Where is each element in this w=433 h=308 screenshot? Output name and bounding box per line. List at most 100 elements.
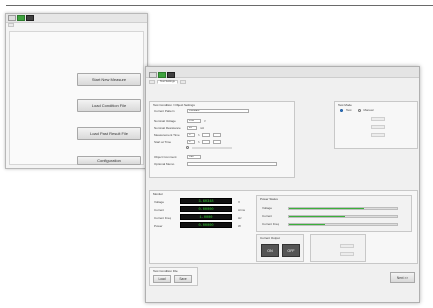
monitor-title: Monitor: [153, 192, 164, 196]
voltage-readout-label: Voltage: [154, 200, 165, 204]
power-readout-label: Power: [154, 224, 163, 228]
subtab-overview[interactable]: [149, 80, 155, 84]
test-mode-title: Test Mode: [338, 103, 352, 107]
start-at-time-sec-field[interactable]: [213, 140, 222, 144]
nominal-voltage-row: Nominal Voltage 3.60 V: [154, 119, 206, 123]
condition-file-title: Test Condition File: [153, 269, 178, 273]
tab-3[interactable]: [26, 15, 34, 21]
object-comment-label: Object Comment: [154, 155, 177, 159]
test-mode-row-1: [340, 117, 385, 121]
save-button[interactable]: Save: [174, 275, 192, 283]
nominal-resistance-row: Nominal Resistance 20 mΩ: [154, 126, 204, 130]
front-tab-3[interactable]: [167, 72, 175, 78]
start-at-time-hint-text: [192, 146, 232, 149]
measurement-time-min-field[interactable]: [202, 133, 211, 137]
optional-memo-row: Optional Memo: [154, 162, 277, 166]
current-bar-fill: [289, 216, 346, 217]
manual-radio-label: Manual: [363, 108, 374, 112]
tab-2[interactable]: [17, 15, 25, 21]
current-freq-readout: 1.0000: [180, 214, 232, 220]
test-settings-titlebar: [146, 67, 419, 78]
measurement-time-field[interactable]: 0: [187, 133, 195, 137]
measurement-time-row: Measurement Time 0 h: [154, 133, 222, 137]
nominal-resistance-field[interactable]: 20: [187, 126, 197, 130]
output-off-button[interactable]: OFF: [282, 244, 300, 257]
load-condition-file-button[interactable]: Load Condition File: [77, 99, 141, 112]
test-condition-panel: Test Condition / Object Settings Current…: [149, 101, 295, 178]
load-past-result-file-button[interactable]: Load Past Result File: [77, 127, 141, 140]
power-readout-unit: W: [238, 224, 241, 228]
subtab-test-settings[interactable]: Test Settings: [157, 80, 178, 84]
start-new-measure-button[interactable]: Start New Measure: [77, 73, 141, 86]
current-freq-bar-fill: [289, 224, 325, 225]
load-button[interactable]: Load: [153, 275, 171, 283]
output-settings-row-2: [315, 252, 354, 256]
tab-1[interactable]: [8, 15, 16, 21]
power-status-title: Power Status: [260, 197, 278, 201]
nominal-voltage-unit: V: [204, 119, 206, 123]
front-tab-2[interactable]: [158, 72, 166, 78]
manual-radio[interactable]: [357, 108, 361, 112]
front-tab-1[interactable]: [149, 72, 157, 78]
test-radio-label: Test: [346, 108, 352, 112]
nominal-resistance-unit: mΩ: [200, 126, 205, 130]
nominal-voltage-field[interactable]: 3.60: [187, 119, 201, 123]
output-settings-panel: [310, 234, 366, 262]
test-mode-panel: Test Mode Test Manual: [334, 101, 418, 149]
output-settings-row-1-field: [340, 244, 354, 248]
test-settings-tabs: [149, 72, 175, 78]
current-bar: [288, 215, 398, 218]
measurement-time-unit: h: [198, 133, 200, 137]
next-button[interactable]: Next >>: [390, 272, 415, 283]
start-window-subtabs: [8, 23, 14, 27]
test-mode-row-1-field: [371, 117, 385, 121]
test-mode-row-3: [340, 133, 385, 137]
current-bar-label: Current: [262, 214, 273, 218]
current-readout-unit: Arms: [238, 208, 245, 212]
current-pattern-select[interactable]: Constant: [187, 109, 249, 113]
current-output-panel: Current Output ON OFF: [256, 234, 304, 262]
start-at-time-hint: [186, 146, 232, 149]
voltage-bar-label: Voltage: [262, 206, 273, 210]
voltage-bar: [288, 207, 398, 210]
output-settings-row-2-field: [340, 252, 354, 256]
start-at-time-row: Start at Time 0 h: [154, 140, 222, 144]
nominal-voltage-label: Nominal Voltage: [154, 119, 176, 123]
optional-memo-label: Optional Memo: [154, 162, 175, 166]
start-at-time-unit: h: [198, 140, 200, 144]
output-on-button[interactable]: ON: [261, 244, 279, 257]
subtab-results[interactable]: [179, 80, 186, 84]
current-output-title: Current Output: [260, 236, 280, 240]
output-settings-row-1: [315, 244, 354, 248]
start-at-time-min-field[interactable]: [202, 140, 211, 144]
test-settings-window: Test Settings Test Condition / Object Se…: [145, 66, 420, 303]
current-freq-bar-label: Current Freq: [262, 222, 280, 226]
current-freq-readout-label: Current Freq: [154, 216, 172, 220]
object-comment-row: Object Comment Cell: [154, 155, 201, 159]
start-window-tabs: [8, 15, 34, 21]
current-pattern-label: Current Pattern: [154, 109, 175, 113]
measurement-time-sec-field[interactable]: [213, 133, 222, 137]
current-freq-bar: [288, 223, 398, 226]
monitor-panel: Monitor Voltage 3.60348 V Current 0.0000…: [149, 190, 418, 264]
object-comment-field[interactable]: Cell: [187, 155, 201, 159]
nominal-resistance-label: Nominal Resistance: [154, 126, 181, 130]
test-mode-row-3-field: [371, 133, 385, 137]
start-at-time-field[interactable]: 0: [187, 140, 195, 144]
measurement-time-label: Measurement Time: [154, 133, 180, 137]
test-radio[interactable]: [340, 108, 343, 112]
configuration-button[interactable]: Configuration: [77, 156, 141, 165]
test-mode-row-2: [340, 125, 385, 129]
voltage-bar-fill: [289, 208, 364, 209]
subtab-1[interactable]: [8, 23, 14, 27]
condition-file-panel: Test Condition File Load Save: [149, 267, 198, 286]
test-settings-subtabs: Test Settings: [149, 80, 186, 84]
test-mode-options: Test Manual: [340, 108, 373, 112]
power-readout: 0.00000: [180, 222, 232, 228]
current-readout-label: Current: [154, 208, 165, 212]
current-readout: 0.00000: [180, 206, 232, 212]
start-at-time-checkbox[interactable]: [186, 146, 189, 149]
voltage-readout-unit: V: [238, 200, 241, 204]
power-status-panel: Power Status Voltage Current Current Fre…: [256, 195, 412, 232]
optional-memo-field[interactable]: [187, 162, 277, 166]
